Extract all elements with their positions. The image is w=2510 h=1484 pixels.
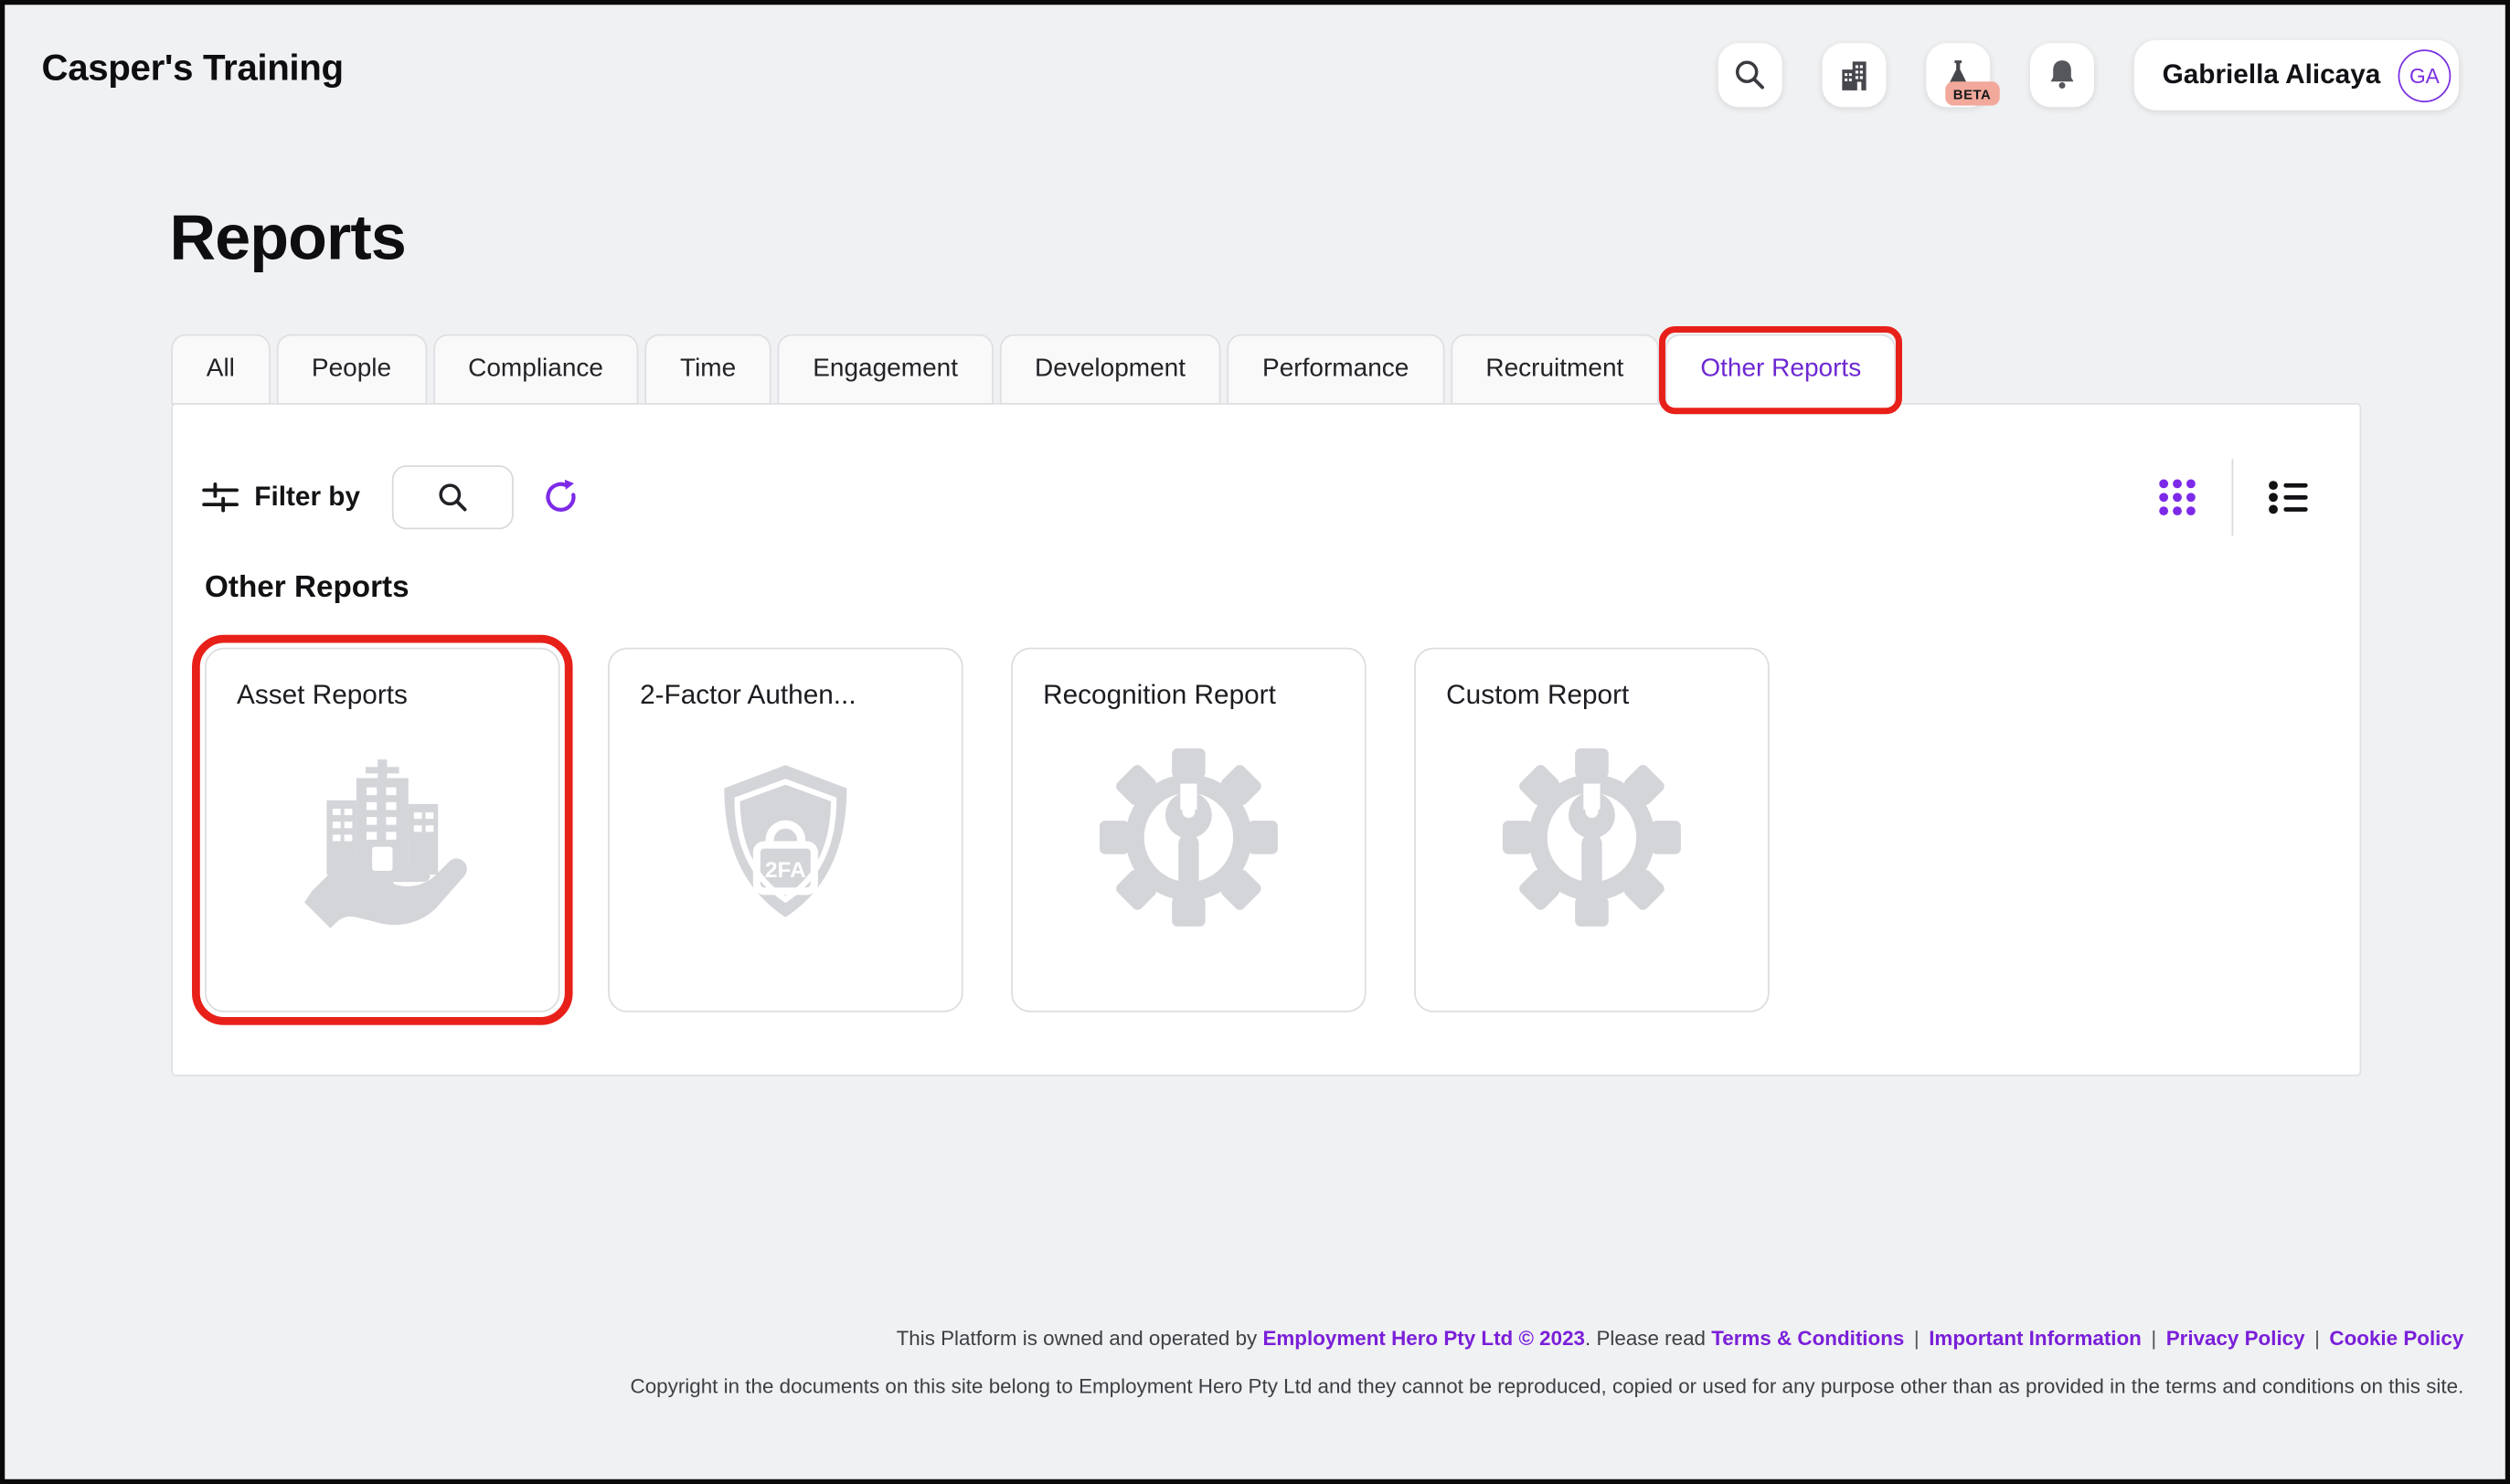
footer-company-link[interactable]: Employment Hero Pty Ltd © 2023: [1262, 1326, 1585, 1350]
organisation-button[interactable]: [1822, 43, 1886, 107]
grid-view-button[interactable]: [2156, 477, 2198, 519]
filter-by-label: Filter by: [254, 482, 360, 514]
notifications-button[interactable]: [2029, 43, 2093, 107]
footer-privacy-link[interactable]: Privacy Policy: [2166, 1326, 2305, 1350]
card-recognition-wrap: Recognition Report: [1011, 648, 1367, 1012]
app-window: Casper's Training: [0, 0, 2510, 1484]
card-title: 2-Factor Authen...: [640, 680, 856, 712]
tab-performance[interactable]: Performance: [1228, 334, 1444, 405]
card-recognition-report[interactable]: Recognition Report: [1011, 648, 1367, 1012]
section-heading: Other Reports: [205, 571, 409, 607]
gear-wrench-icon: [1499, 748, 1685, 934]
filter-sliders-icon: [202, 482, 240, 514]
grid-view-icon: [2156, 477, 2198, 519]
footer-cookie-link[interactable]: Cookie Policy: [2329, 1326, 2463, 1350]
footer-text: . Please read: [1585, 1326, 1711, 1350]
user-menu[interactable]: Gabriella Alicaya GA: [2133, 40, 2459, 111]
tab-label: Time: [680, 355, 736, 385]
tab-development[interactable]: Development: [1000, 334, 1221, 405]
footer-separator: |: [1914, 1326, 1920, 1350]
tab-label: Engagement: [813, 355, 958, 385]
tab-label: Recruitment: [1485, 355, 1623, 385]
card-asset-reports[interactable]: Asset Reports: [205, 648, 560, 1012]
filter-toolbar: Filter by: [202, 459, 2313, 535]
global-search-button[interactable]: [1718, 43, 1781, 107]
search-icon: [435, 480, 471, 515]
gear-wrench-icon: [1096, 748, 1282, 934]
tab-label: Performance: [1262, 355, 1409, 385]
card-title: Asset Reports: [237, 680, 408, 712]
card-title: Recognition Report: [1043, 680, 1276, 712]
card-2fa-wrap: 2-Factor Authen... 2FA: [608, 648, 963, 1012]
card-2fa-report[interactable]: 2-Factor Authen... 2FA: [608, 648, 963, 1012]
footer-text: This Platform is owned and operated by: [897, 1326, 1263, 1350]
topbar-actions: BETA Gabriella Alicaya GA: [1718, 40, 2459, 111]
tab-label: All: [207, 355, 235, 385]
list-view-button[interactable]: [2267, 478, 2312, 516]
search-input[interactable]: [392, 465, 514, 529]
building-icon: [1835, 56, 1873, 94]
tab-label: Development: [1035, 355, 1186, 385]
tab-other-reports[interactable]: Other Reports: [1665, 334, 1897, 405]
tab-people[interactable]: People: [276, 334, 426, 405]
labs-button[interactable]: BETA: [1926, 43, 1990, 107]
refresh-icon: [541, 478, 580, 516]
bell-icon: [2042, 56, 2080, 94]
footer-separator: |: [2314, 1326, 2320, 1350]
footer-terms-link[interactable]: Terms & Conditions: [1711, 1326, 1904, 1350]
tab-label: People: [312, 355, 391, 385]
refresh-button[interactable]: [541, 478, 580, 516]
avatar: GA: [2398, 48, 2452, 101]
tab-label: Other Reports: [1700, 355, 1861, 385]
search-icon: [1730, 56, 1769, 94]
tab-all[interactable]: All: [171, 334, 270, 405]
footer-separator: |: [2151, 1326, 2156, 1350]
app-title: Casper's Training: [42, 47, 344, 90]
list-view-icon: [2267, 478, 2312, 516]
view-toggles: [2156, 459, 2312, 535]
2fa-shield-icon: 2FA: [693, 748, 878, 934]
footer-important-info-link[interactable]: Important Information: [1929, 1326, 2142, 1350]
card-custom-wrap: Custom Report: [1414, 648, 1770, 1012]
tab-label: Compliance: [468, 355, 603, 385]
tab-engagement[interactable]: Engagement: [778, 334, 994, 405]
report-tabs: All People Compliance Time Engagement De…: [171, 334, 1896, 405]
beta-badge: BETA: [1945, 81, 1999, 105]
2fa-text: 2FA: [765, 858, 806, 883]
hand-holding-buildings-icon: [290, 748, 475, 934]
reports-panel: Filter by: [171, 403, 2361, 1076]
tab-compliance[interactable]: Compliance: [433, 334, 639, 405]
page-title: Reports: [170, 203, 406, 275]
user-name: Gabriella Alicaya: [2163, 59, 2381, 91]
footer-legal-line: This Platform is owned and operated by E…: [897, 1326, 2464, 1350]
report-cards: Asset Reports: [205, 648, 1770, 1012]
card-asset-reports-wrap: Asset Reports: [205, 648, 560, 1012]
tab-recruitment[interactable]: Recruitment: [1451, 334, 1659, 405]
tab-time[interactable]: Time: [644, 334, 771, 405]
card-title: Custom Report: [1446, 680, 1629, 712]
footer-copyright-line: Copyright in the documents on this site …: [631, 1373, 2464, 1397]
card-custom-report[interactable]: Custom Report: [1414, 648, 1770, 1012]
divider: [2232, 459, 2234, 535]
